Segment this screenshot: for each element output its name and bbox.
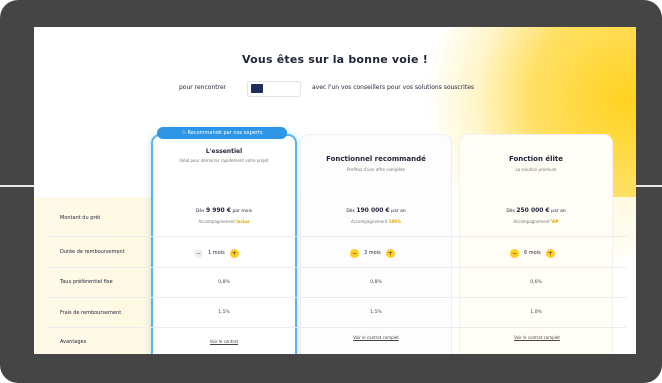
stepper-value: 3 mois bbox=[364, 250, 381, 256]
fees-cell-3: 1,0% bbox=[530, 310, 542, 315]
plan-price-1: Dès 9 990 € par mois bbox=[195, 207, 253, 214]
row-label-fees: Frais de remboursement bbox=[60, 310, 122, 316]
row-label-duration: Durée de remboursement bbox=[60, 249, 125, 255]
duration-stepper-3[interactable]: − 6 mois + bbox=[510, 248, 555, 258]
duration-stepper-2[interactable]: − 3 mois + bbox=[350, 248, 395, 258]
subtitle-right: avec l'un vos conseillers pour vos solut… bbox=[312, 84, 475, 91]
advantages-link-1[interactable]: Voir le contrat bbox=[151, 339, 297, 345]
advantages-link-3[interactable]: Voir le contrat complet bbox=[481, 335, 593, 341]
plan-name-1: L'essentiel bbox=[205, 148, 243, 155]
plan-price-note-2: Accompagnement 100% bbox=[350, 219, 402, 224]
rate-cell-1: 0,8% bbox=[218, 280, 230, 285]
plan-desc-1: Idéal pour démarrer rapidement votre pro… bbox=[179, 158, 269, 163]
divider-left bbox=[0, 185, 36, 187]
badge-label: Recommandé par nos experts bbox=[187, 130, 263, 136]
minus-icon[interactable]: − bbox=[194, 248, 203, 258]
plan-desc-3: La solution premium bbox=[515, 167, 557, 172]
page-title: Vous êtes sur la bonne voie ! bbox=[242, 53, 428, 66]
minus-icon[interactable]: − bbox=[350, 248, 359, 258]
plan-name-2: Fonctionnel recommandé bbox=[326, 155, 426, 163]
plan-price-2: Dès 190 000 € par an bbox=[346, 207, 406, 214]
partner-logo bbox=[247, 81, 301, 97]
plus-icon[interactable]: + bbox=[385, 248, 395, 258]
row-divider bbox=[48, 236, 626, 237]
plan-name-3: Fonction élite bbox=[508, 155, 564, 163]
fees-cell-1: 1,5% bbox=[218, 310, 230, 315]
fees-cell-2: 1,5% bbox=[370, 310, 382, 315]
plan-price-note-3: Accompagnement VIP bbox=[513, 219, 559, 224]
logo-icon bbox=[251, 84, 263, 93]
row-label-amount: Montant du prêt bbox=[60, 215, 101, 221]
row-divider bbox=[48, 297, 626, 298]
screen: Vous êtes sur la bonne voie ! pour renco… bbox=[34, 27, 636, 354]
plan-price-note-1: Accompagnement Inclus bbox=[198, 219, 250, 224]
rate-cell-2: 0,8% bbox=[370, 280, 382, 285]
subtitle-left: pour rencontrer bbox=[179, 84, 227, 91]
plan-price-3: Dès 250 000 € par an bbox=[506, 207, 566, 214]
device-frame: Vous êtes sur la bonne voie ! pour renco… bbox=[0, 0, 662, 383]
divider-right bbox=[636, 185, 662, 187]
stepper-value: 1 mois bbox=[208, 250, 225, 256]
row-divider bbox=[48, 327, 626, 328]
recommended-badge: ☆ Recommandé par nos experts bbox=[157, 127, 287, 139]
plan-card-essentiel[interactable] bbox=[151, 134, 297, 354]
plan-desc-2: Profitez d'une offre complète bbox=[347, 167, 405, 172]
plus-icon[interactable]: + bbox=[545, 248, 555, 258]
rate-cell-3: 0,6% bbox=[530, 280, 542, 285]
stepper-value: 6 mois bbox=[524, 250, 541, 256]
row-label-rate: Taux préférentiel fixe bbox=[60, 279, 113, 285]
advantages-link-2[interactable]: Voir le contrat complet bbox=[320, 335, 432, 341]
row-divider bbox=[48, 267, 626, 268]
plus-icon[interactable]: + bbox=[229, 248, 239, 258]
row-label-advantages: Avantages bbox=[60, 339, 87, 345]
duration-stepper-1[interactable]: − 1 mois + bbox=[194, 248, 239, 258]
minus-icon[interactable]: − bbox=[510, 248, 519, 258]
